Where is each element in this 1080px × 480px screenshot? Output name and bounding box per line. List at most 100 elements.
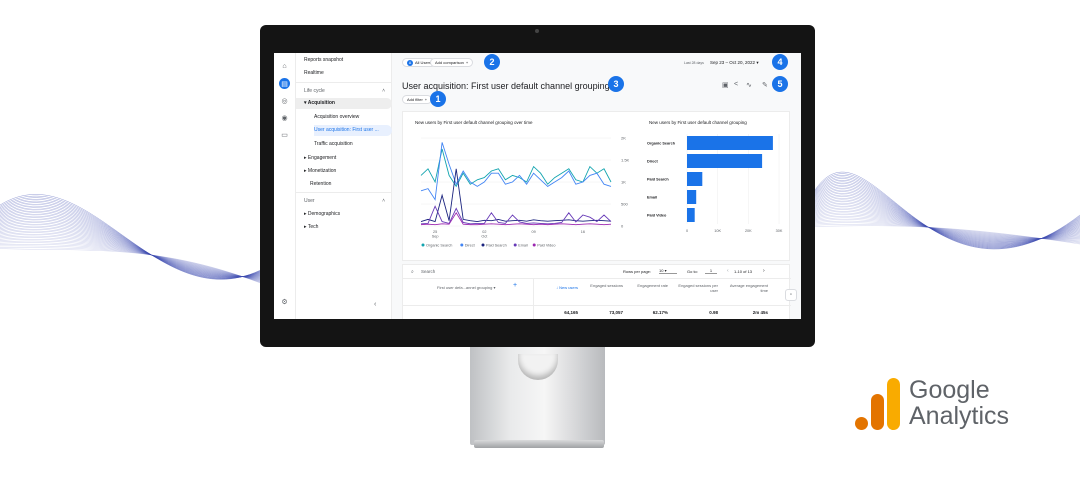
wave-line: [0, 229, 271, 280]
prev-page-icon[interactable]: ‹: [727, 268, 729, 274]
wave-line: [0, 248, 271, 288]
category-label: Direct: [647, 159, 658, 163]
add-comparison-label: Add comparison: [435, 60, 464, 65]
nav-section-lifecycle[interactable]: Life cycle: [304, 88, 325, 94]
nav-acquisition-label: Acquisition: [307, 100, 335, 106]
chevron-up-icon[interactable]: ˄: [382, 198, 385, 204]
add-filter-button[interactable]: Add filter +: [402, 95, 433, 104]
pagination-label: 1-10 of 13: [734, 269, 753, 274]
divider: [296, 192, 392, 193]
logo-dot: [855, 417, 868, 430]
logo-bar-tall: [887, 378, 900, 430]
next-page-icon[interactable]: ›: [763, 268, 765, 274]
nav-reports-snapshot[interactable]: Reports snapshot: [304, 57, 343, 63]
bar: [687, 190, 697, 204]
nav-acquisition-overview[interactable]: Acquisition overview: [314, 114, 359, 120]
legend-swatch: [421, 243, 425, 247]
home-icon[interactable]: ⌂: [279, 61, 290, 72]
x-tick-label: 20K: [745, 229, 752, 233]
nav-demographics[interactable]: ▸ Demographics: [304, 211, 340, 217]
nav-acquisition[interactable]: ▾ Acquisition: [304, 100, 335, 106]
report-main: A All Users Add comparison + 2 Last 28 d…: [392, 53, 801, 319]
legend-label: Direct: [465, 243, 476, 247]
nav-traffic-acquisition[interactable]: Traffic acquisition: [314, 141, 353, 147]
table-search-input[interactable]: Search: [421, 269, 435, 274]
legend-label: Paid Video: [537, 243, 555, 247]
page-title: User acquisition: First user default cha…: [402, 81, 624, 91]
wordmark-analytics: Analytics: [909, 402, 1010, 430]
nav-retention[interactable]: Retention: [310, 181, 331, 187]
wave-line: [0, 194, 271, 280]
x-tick-label: 25: [433, 230, 437, 234]
monitor-stand-base: [474, 440, 604, 448]
nav-monetization[interactable]: ▸ Monetization: [304, 168, 336, 174]
feedback-icon[interactable]: ▫: [785, 289, 797, 301]
edit-pencil-icon[interactable]: ✎: [762, 81, 768, 89]
charts-card: New users by First user default channel …: [402, 111, 790, 261]
chevron-left-icon[interactable]: ‹: [374, 301, 376, 308]
legend-swatch: [460, 243, 464, 247]
add-comparison-button[interactable]: Add comparison +: [430, 58, 474, 67]
divider: [533, 279, 534, 319]
y-tick-label: 1.5K: [621, 158, 630, 163]
total-engaged-sessions: 73,057: [609, 310, 623, 315]
goto-input[interactable]: 1: [705, 268, 717, 274]
legend-label: Organic Search: [426, 243, 452, 247]
col-engagement-rate[interactable]: Engagement rate: [628, 283, 668, 288]
bar: [687, 154, 763, 168]
legend-label: Paid Search: [486, 243, 507, 247]
reports-icon[interactable]: ▤: [279, 78, 290, 89]
explore-icon[interactable]: ◎: [279, 95, 290, 106]
callout-badge-2: 2: [484, 54, 500, 70]
google-analytics-logo-icon: [855, 378, 900, 430]
customize-report-icon[interactable]: ▣: [722, 81, 729, 89]
nav-tech-label: Tech: [307, 224, 319, 230]
nav-engagement[interactable]: ▸ Engagement: [304, 155, 336, 161]
col-engaged-sessions[interactable]: Engaged sessions: [583, 283, 623, 288]
legend-swatch: [513, 243, 517, 247]
report-table: ⌕ Search Rows per page: 10 ▾ Go to: 1 ‹ …: [402, 264, 791, 319]
segment-label: All Users: [415, 60, 432, 65]
date-range-picker[interactable]: Sep 23 – Oct 20, 2022 ▾: [710, 60, 759, 66]
analytics-screen: ⌂ ▤ ◎ ◉ ▭ ⚙ Reports snapshot Realtime Li…: [274, 53, 801, 319]
nav-tech[interactable]: ▸ Tech: [304, 224, 318, 230]
rows-per-page-label: Rows per page:: [623, 269, 652, 274]
insights-icon[interactable]: ∿: [746, 81, 752, 89]
col-average-engagement-time[interactable]: Average engagement time: [728, 283, 768, 293]
y-tick-label: 500: [621, 202, 628, 207]
total-new-users: 64,165: [564, 310, 578, 315]
date-range-prefix: Last 28 days: [684, 61, 704, 65]
nav-realtime[interactable]: Realtime: [304, 70, 324, 76]
share-icon[interactable]: <: [734, 81, 738, 88]
add-filter-label: Add filter: [407, 97, 423, 102]
x-tick-label: 10K: [714, 229, 721, 233]
dimension-selector[interactable]: First user defa...annel grouping ▾: [437, 285, 496, 290]
callout-badge-3: 3: [608, 76, 624, 92]
rows-per-page-select[interactable]: 10 ▾: [659, 268, 677, 274]
goto-label: Go to:: [687, 269, 698, 274]
divider: [403, 278, 791, 279]
x-tick-label: 09: [531, 230, 535, 234]
nav-section-user[interactable]: User: [304, 198, 315, 204]
col-new-users[interactable]: ↓ New users: [538, 285, 578, 290]
series-line: [420, 142, 612, 201]
add-dimension-icon[interactable]: +: [513, 282, 517, 289]
category-label: Email: [647, 195, 657, 199]
library-icon[interactable]: ▭: [279, 129, 290, 140]
bar: [687, 172, 703, 186]
advertising-icon[interactable]: ◉: [279, 112, 290, 123]
icon-rail: ⌂ ▤ ◎ ◉ ▭ ⚙: [274, 53, 296, 319]
bar-chart: 0 10K 20K 30K Organic Search Direct Paid Searc…: [647, 134, 783, 233]
wordmark-google: Google: [909, 376, 990, 404]
plus-icon: +: [465, 60, 469, 65]
nav-user-acquisition[interactable]: User acquisition: First user ...: [314, 127, 379, 133]
settings-icon[interactable]: ⚙: [279, 296, 290, 307]
x-tick-label: 30K: [776, 229, 783, 233]
col-engaged-sessions-per-user[interactable]: Engaged sessions per user: [678, 283, 718, 293]
reports-navigation: Reports snapshot Realtime Life cycle ˄ ▾…: [296, 53, 392, 319]
y-tick-label: 2K: [621, 136, 626, 141]
category-label: Paid Video: [647, 213, 667, 217]
chevron-up-icon[interactable]: ˄: [382, 88, 385, 94]
wave-line: [0, 205, 271, 278]
x-tick-label: 16: [581, 230, 585, 234]
